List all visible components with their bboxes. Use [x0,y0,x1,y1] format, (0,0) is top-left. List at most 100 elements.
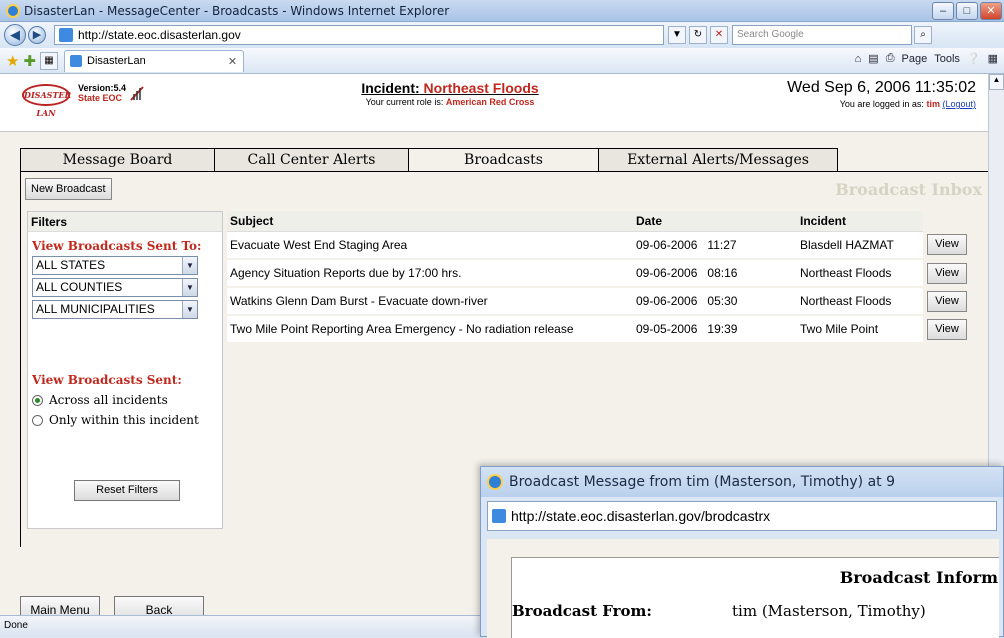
states-value: ALL STATES [36,258,106,272]
col-subject: Subject [227,211,633,232]
tab-close-icon[interactable]: ✕ [228,55,237,68]
table-row[interactable]: Agency Situation Reports due by 17:00 hr… [227,259,973,288]
incident-banner: Incident: Northeast Floods Your current … [300,80,600,107]
maximize-button[interactable]: □ [956,2,978,20]
row-time: 05:30 [707,294,738,308]
row-subject: Agency Situation Reports due by 17:00 hr… [227,259,633,288]
popup-url: http://state.eoc.disasterlan.gov/brodcas… [511,508,771,524]
home-icon[interactable]: ⌂ [855,53,862,65]
address-input[interactable]: http://state.eoc.disasterlan.gov [54,25,664,45]
forward-nav-button[interactable]: ▶ [28,26,46,44]
view-button[interactable]: View [927,290,967,312]
radio-across-all[interactable]: Across all incidents [28,393,222,407]
main-menu-button[interactable]: Main Menu [20,596,100,615]
login-prefix: You are logged in as: [839,99,924,109]
sent-title: View Broadcasts Sent: [32,373,182,387]
view-button[interactable]: View [927,262,967,284]
table-row[interactable]: Evacuate West End Staging Area 09-06-200… [227,231,973,260]
reset-filters-button[interactable]: Reset Filters [74,480,180,501]
col-incident: Incident [797,211,923,232]
logout-link[interactable]: (Logout) [942,99,976,109]
chevron-down-icon: ▼ [182,257,197,274]
row-date: 09-06-2006 [636,266,698,280]
row-datetime: 09-05-2006 19:39 [633,315,797,344]
row-incident: Northeast Floods [797,287,923,316]
back-nav-button[interactable]: ◀ [4,24,26,46]
address-bar-row: ◀ ▶ http://state.eoc.disasterlan.gov ▼ ↻… [0,22,1004,48]
row-subject: Two Mile Point Reporting Area Emergency … [227,315,633,344]
favorites-star-icon[interactable]: ★ [6,52,19,70]
counties-select[interactable]: ALL COUNTIES ▼ [32,278,198,297]
chevron-down-icon: ▼ [182,279,197,296]
stop-button[interactable]: ✕ [710,26,728,44]
research-icon[interactable]: ▦ [988,52,998,65]
sent-to-title: View Broadcasts Sent To: [32,239,202,253]
command-bar: ⌂ ▤ ⎙ Page Tools ❔ ▦ [855,52,998,65]
page-icon [59,28,73,42]
back-button[interactable]: Back [114,596,204,615]
browser-tab[interactable]: DisasterLan ✕ [64,49,245,72]
address-url: http://state.eoc.disasterlan.gov [78,28,241,42]
browser-tab-bar: ★ ✚ ▦ DisasterLan ✕ ⌂ ▤ ⎙ Page Tools ❔ ▦ [0,48,1004,74]
incident-name: Northeast Floods [423,80,539,96]
disasterlan-logo: DISASTER LAN [22,84,71,118]
main-nav-tabs: Message Board Call Center Alerts Broadca… [20,148,838,172]
broadcast-from-row: Broadcast From: tim (Masterson, Timothy) [512,602,926,620]
row-subject: Watkins Glenn Dam Burst - Evacuate down-… [227,287,633,316]
radio-this-incident[interactable]: Only within this incident [28,413,222,427]
radio-this-incident-label: Only within this incident [49,413,199,427]
view-button[interactable]: View [927,318,967,340]
popup-address: http://state.eoc.disasterlan.gov/brodcas… [487,501,997,531]
scroll-up-icon[interactable]: ▲ [989,74,1004,90]
row-datetime: 09-06-2006 05:30 [633,287,797,316]
municipalities-select[interactable]: ALL MUNICIPALITIES ▼ [32,300,198,319]
feeds-icon[interactable]: ▤ [868,52,878,65]
radio-across-all-label: Across all incidents [49,393,168,407]
radio-unselected-icon [32,414,43,426]
datetime-panel: Wed Sep 6, 2006 11:35:02 You are logged … [787,79,976,109]
minimize-button[interactable]: – [932,2,954,20]
page-menu[interactable]: Page [902,53,928,65]
filters-panel: Filters View Broadcasts Sent To: ALL STA… [27,211,223,529]
window-title: DisasterLan - MessageCenter - Broadcasts… [24,3,450,18]
broadcast-from-value: tim (Masterson, Timothy) [732,602,926,620]
page-icon [492,509,506,523]
tab-external-alerts[interactable]: External Alerts/Messages [598,148,838,172]
table-row[interactable]: Two Mile Point Reporting Area Emergency … [227,315,973,344]
row-subject: Evacuate West End Staging Area [227,231,633,260]
tools-menu[interactable]: Tools [934,53,960,65]
table-row[interactable]: Watkins Glenn Dam Burst - Evacuate down-… [227,287,973,316]
bottom-buttons: Main Menu Back [20,596,204,615]
chevron-down-icon: ▼ [182,301,197,318]
row-action: View [923,231,973,260]
search-button[interactable]: ⌕ [914,26,932,44]
add-favorites-icon[interactable]: ✚ [23,52,36,70]
tab-call-center-alerts[interactable]: Call Center Alerts [214,148,408,172]
logged-user: tim [926,99,940,109]
radio-selected-icon [32,394,43,406]
app-header: DISASTER LAN Version:5.4 State EOC Incid… [0,74,988,132]
address-dropdown-button[interactable]: ▼ [668,26,686,44]
new-broadcast-button[interactable]: New Broadcast [25,178,112,200]
quick-tabs-button[interactable]: ▦ [40,51,59,70]
view-button[interactable]: View [927,234,967,255]
current-role: American Red Cross [445,97,535,107]
row-action: View [923,287,973,316]
states-select[interactable]: ALL STATES ▼ [32,256,198,275]
row-action: View [923,259,973,288]
version-info: Version:5.4 State EOC [78,83,126,103]
tab-message-board[interactable]: Message Board [20,148,214,172]
window-title-bar: DisasterLan - MessageCenter - Broadcasts… [0,0,1004,22]
search-input[interactable]: Search Google [732,25,912,45]
close-window-button[interactable]: ✕ [980,2,1002,20]
help-icon[interactable]: ❔ [967,52,981,65]
counties-value: ALL COUNTIES [36,280,123,294]
refresh-button[interactable]: ↻ [689,26,707,44]
tab-broadcasts[interactable]: Broadcasts [408,148,598,172]
version-text: Version:5.4 [78,83,127,93]
broadcast-popup-window[interactable]: Broadcast Message from tim (Masterson, T… [480,466,1004,638]
row-incident: Two Mile Point [797,315,923,344]
signal-icon [130,86,144,101]
print-icon[interactable]: ⎙ [886,52,895,65]
row-time: 11:27 [707,237,737,252]
